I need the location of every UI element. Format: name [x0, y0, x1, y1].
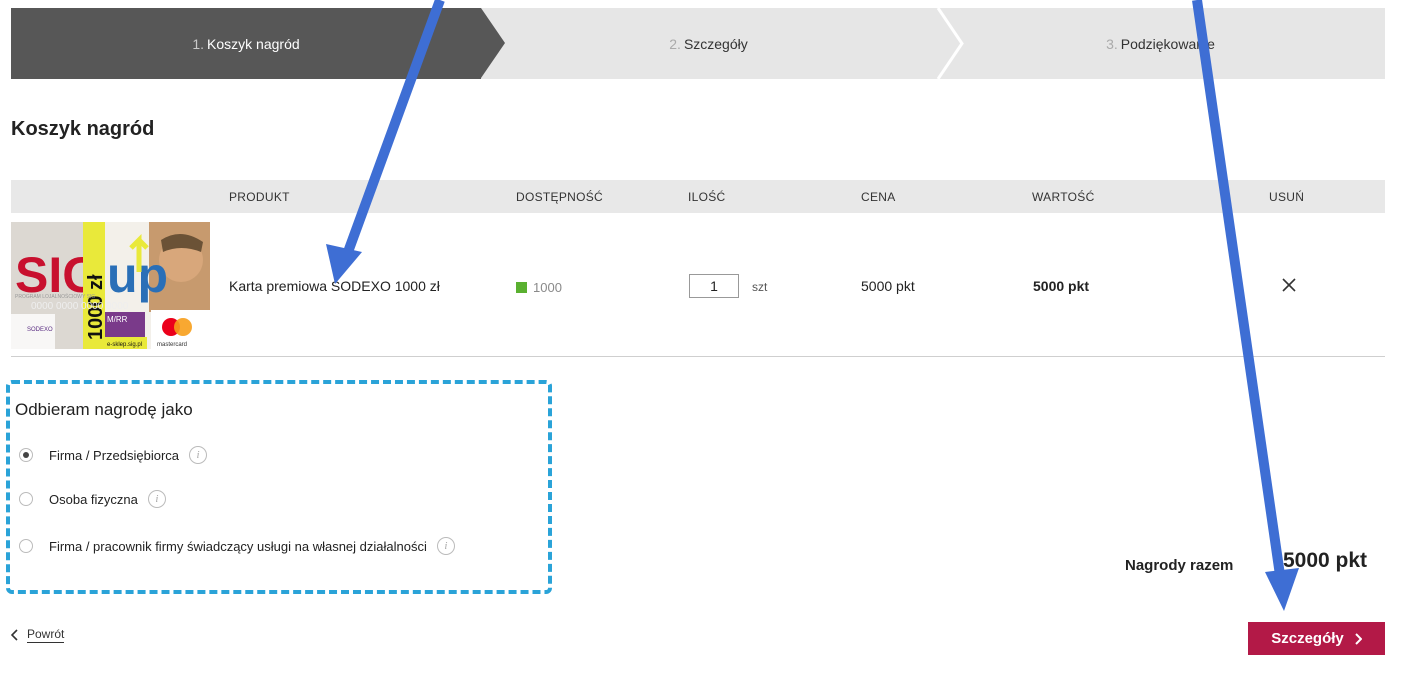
step-separator-icon [936, 8, 964, 79]
quantity-unit: szt [752, 280, 768, 294]
card-site-text: e-sklep.sig.pl [107, 342, 142, 348]
checkout-stepper: 1. Koszyk nagród 2. Szczegóły 3. Podzięk… [11, 8, 1385, 79]
radio-button[interactable] [19, 492, 33, 506]
details-button[interactable]: Szczegóły [1248, 622, 1385, 655]
cart-table-header: PRODUKT DOSTĘPNOŚĆ ILOŚĆ CENA WARTOŚĆ US… [11, 180, 1385, 213]
card-network-text: mastercard [157, 342, 187, 348]
header-availability: DOSTĘPNOŚĆ [516, 190, 604, 204]
header-remove: USUŃ [1269, 190, 1305, 204]
annotation-arrowhead-button [1265, 568, 1299, 611]
radio-option-company[interactable]: Firma / Przedsiębiorca i [19, 446, 208, 464]
info-icon[interactable]: i [147, 490, 166, 508]
receipt-type-box: Odbieram nagrodę jako Firma / Przedsiębi… [6, 380, 552, 594]
table-row: SIG 1000 zł up PROGRAM LOJALNOŚCIOWY SIG… [11, 213, 1385, 357]
step-number: 1. [192, 35, 205, 52]
step-label: Szczegóły [683, 35, 748, 52]
step-label: Koszyk nagród [207, 35, 300, 52]
header-quantity: ILOŚĆ [688, 190, 726, 204]
step-number: 3. [1106, 35, 1118, 52]
radio-button[interactable] [19, 539, 33, 553]
radio-option-label: Osoba fizyczna [49, 491, 138, 507]
total-label: Nagrody razem [1125, 557, 1234, 574]
chevron-left-icon [11, 629, 18, 641]
info-icon[interactable]: i [436, 537, 455, 555]
step-label: Podziękowanie [1120, 35, 1215, 52]
header-product: PRODUKT [229, 190, 290, 204]
radio-option-contractor[interactable]: Firma / pracownik firmy świadczący usług… [19, 537, 455, 555]
line-value: 5000 pkt [1033, 278, 1090, 294]
details-button-label: Szczegóły [1271, 630, 1344, 647]
info-icon[interactable]: i [189, 446, 208, 464]
availability-indicator-icon [516, 282, 527, 293]
close-icon[interactable] [1279, 275, 1299, 295]
radio-option-label: Firma / Przedsiębiorca [49, 447, 180, 463]
header-value: WARTOŚĆ [1032, 190, 1095, 204]
availability: 1000 [516, 280, 562, 295]
total-value: 5000 pkt [1283, 549, 1368, 572]
product-card-image[interactable]: SIG 1000 zł up PROGRAM LOJALNOŚCIOWY SIG… [11, 222, 210, 349]
receipt-type-title: Odbieram nagrodę jako [15, 400, 193, 419]
card-number-text: 0000 0000 0000 0000 [31, 301, 129, 312]
radio-option-label: Firma / pracownik firmy świadczący usług… [49, 538, 427, 554]
product-name[interactable]: Karta premiowa SODEXO 1000 zł [229, 278, 440, 294]
step-cart: 1. Koszyk nagród [11, 8, 505, 79]
card-issuer-text: SODEXO [27, 327, 53, 333]
step-number: 2. [669, 35, 681, 52]
availability-count: 1000 [533, 280, 562, 295]
chevron-right-icon [1355, 632, 1362, 645]
step-thanks: 3. Podziękowanie [936, 8, 1385, 79]
card-exp-text: M/RR [107, 315, 128, 324]
step-details: 2. Szczegóły [481, 8, 936, 79]
page-title: Koszyk nagród [11, 118, 155, 140]
unit-price: 5000 pkt [861, 278, 915, 294]
quantity-input[interactable]: 1 [689, 274, 739, 298]
radio-button[interactable] [19, 448, 33, 462]
header-price: CENA [861, 190, 896, 204]
radio-option-person[interactable]: Osoba fizyczna i [19, 490, 166, 508]
back-link[interactable]: Powrót [11, 627, 65, 643]
back-label: Powrót [27, 627, 65, 643]
card-program-text: PROGRAM LOJALNOŚCIOWY SIG [15, 292, 95, 300]
